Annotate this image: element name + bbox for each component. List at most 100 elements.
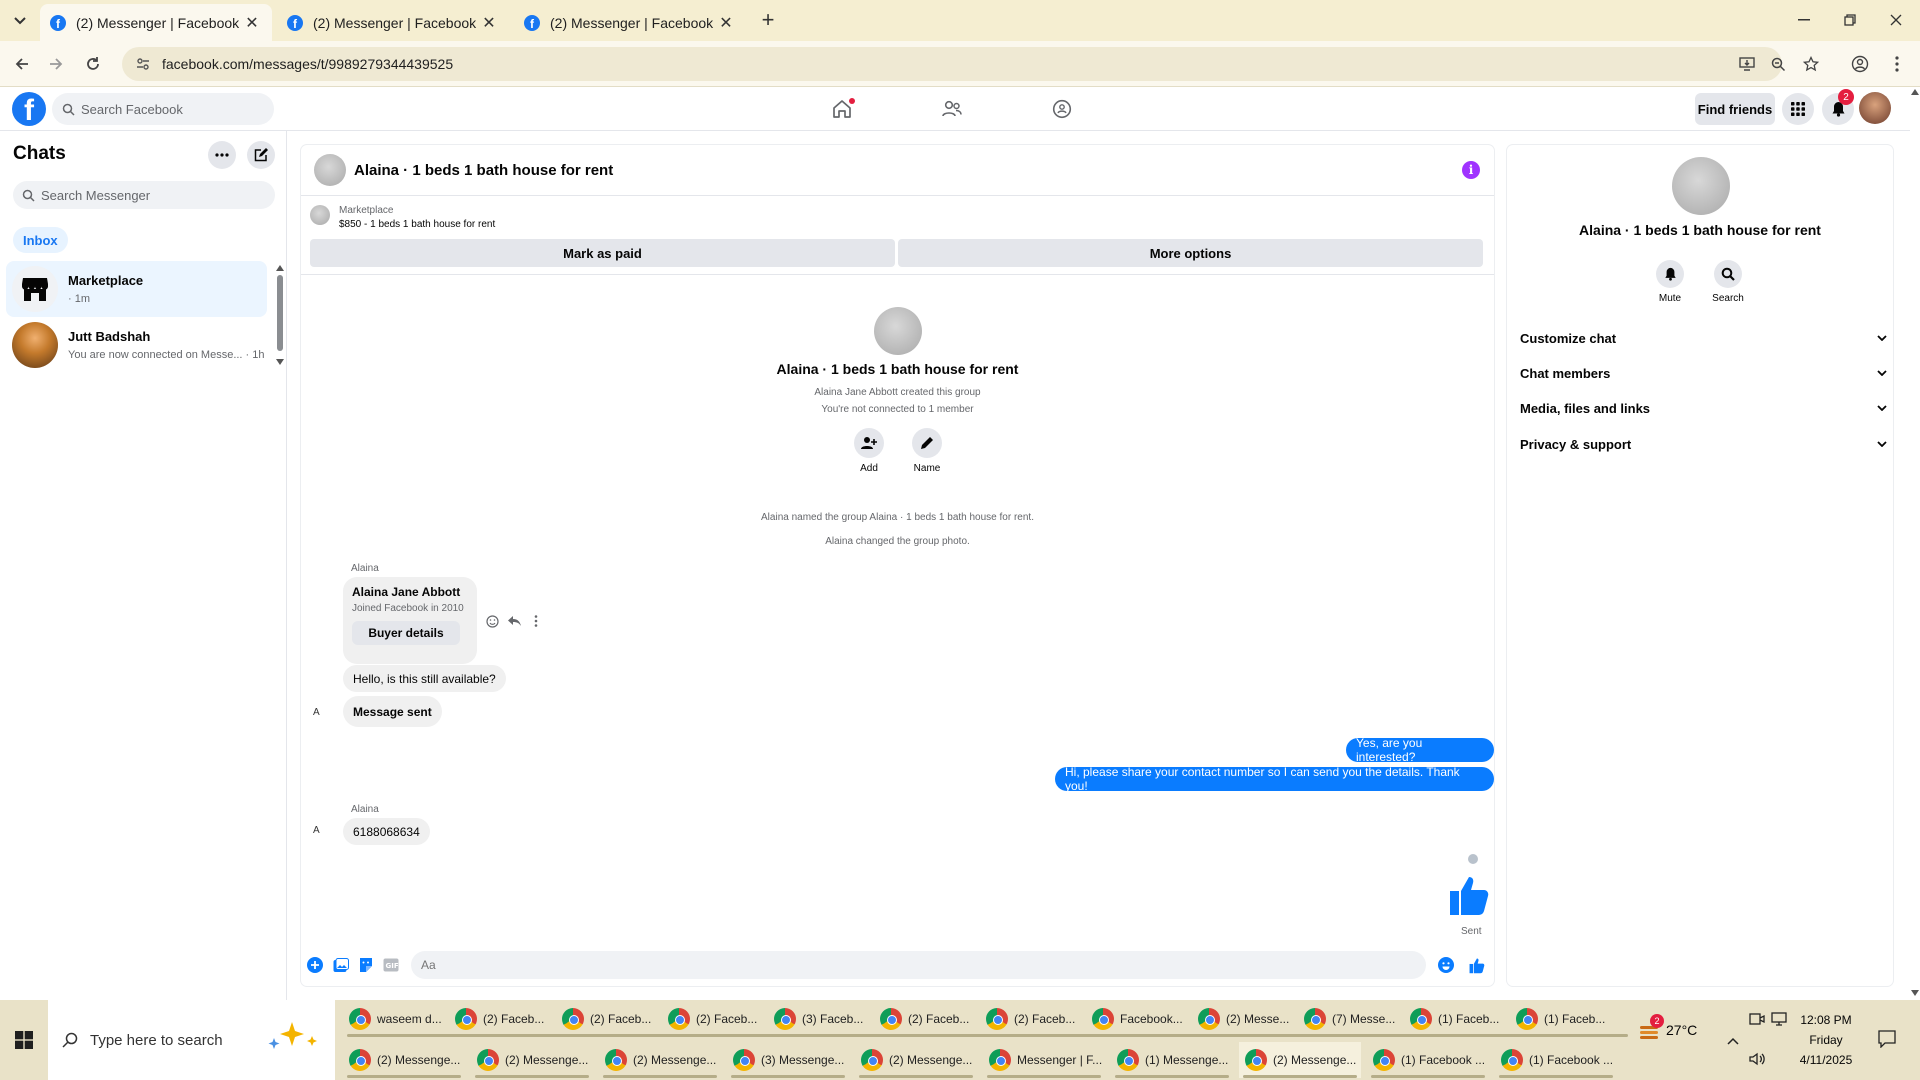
message-input[interactable] [411,951,1426,979]
mute-action[interactable]: Mute [1650,260,1690,304]
privacy-support-section[interactable]: Privacy & support [1520,429,1887,459]
bookmark-star-icon[interactable] [1801,54,1821,74]
browser-tab-2[interactable]: f (2) Messenger | Facebook ✕ [277,4,509,41]
taskbar-window-button[interactable]: (2) Faceb... [980,1001,1102,1037]
taskbar-window-button-active[interactable]: (2) Messenge... [1239,1042,1361,1078]
taskbar-window-button[interactable]: (2) Faceb... [874,1001,996,1037]
customize-chat-section[interactable]: Customize chat [1520,323,1887,353]
new-tab-plus-icon[interactable]: + [756,8,780,32]
browser-tab-3[interactable]: f (2) Messenger | Facebook ✕ [514,4,746,41]
taskbar-window-button[interactable]: Facebook... [1086,1001,1208,1037]
taskbar-window-button[interactable]: (1) Facebook ... [1367,1042,1489,1078]
account-avatar[interactable] [1859,92,1891,124]
tab-close-icon[interactable]: ✕ [242,13,262,33]
taskbar-window-button[interactable]: (3) Messenge... [727,1042,849,1078]
windows-start-icon[interactable] [0,1000,48,1080]
more-options-button[interactable]: More options [898,239,1483,267]
meet-now-camera-icon[interactable] [1748,1010,1766,1028]
add-member-action[interactable]: Add [844,428,894,474]
taskbar-window-button[interactable]: (2) Messenge... [599,1042,721,1078]
listing-title[interactable]: $850 - 1 beds 1 bath house for rent [339,219,495,230]
find-friends-button[interactable]: Find friends [1695,93,1775,125]
restore-icon[interactable] [1838,8,1862,32]
browser-menu-kebab-icon[interactable] [1887,54,1907,74]
sent-thumbs-up-icon[interactable] [1446,873,1490,917]
conversation-title[interactable]: Alaina · 1 beds 1 bath house for rent [354,162,613,179]
taskbar-window-button[interactable]: Messenger | F... [983,1042,1105,1078]
media-files-links-section[interactable]: Media, files and links [1520,393,1887,423]
facebook-search-input[interactable]: Search Facebook [52,93,274,125]
minimize-icon[interactable] [1792,8,1816,32]
tab-close-icon[interactable]: ✕ [716,13,736,33]
scroll-up-arrow-icon[interactable] [1911,89,1919,95]
taskbar-window-button[interactable]: (3) Faceb... [768,1001,890,1037]
sticker-icon[interactable] [357,956,375,974]
notification-center-icon[interactable] [1878,1030,1896,1048]
listing-thumbnail[interactable] [310,205,330,225]
chats-options-more-icon[interactable] [208,141,236,169]
reload-icon[interactable] [80,51,106,77]
groups-nav-icon[interactable] [1048,95,1076,123]
mark-as-paid-button[interactable]: Mark as paid [310,239,895,267]
gif-icon[interactable]: GIF [382,956,400,974]
profile-icon[interactable] [1850,54,1870,74]
taskbar-window-button[interactable]: (2) Messenge... [855,1042,977,1078]
group-photo-large[interactable] [1672,157,1730,215]
search-in-conversation-action[interactable]: Search [1708,260,1748,304]
message-bubble-incoming[interactable]: 6188068634 [343,818,430,845]
menu-grid-icon[interactable] [1782,93,1814,125]
taskbar-window-button[interactable]: (2) Faceb... [662,1001,784,1037]
messenger-search-input[interactable]: Search Messenger [13,181,275,209]
weather-widget[interactable]: 2 27°C [1638,1014,1697,1040]
group-avatar[interactable] [314,154,346,186]
forward-arrow-icon[interactable] [43,51,69,77]
back-arrow-icon[interactable] [9,51,35,77]
message-more-kebab-icon[interactable] [528,613,544,629]
message-bubble-outgoing[interactable]: Yes, are you interested? [1346,736,1494,764]
scroll-up-arrow-icon[interactable] [276,265,284,271]
emoji-picker-icon[interactable] [1437,956,1455,974]
reply-arrow-icon[interactable] [506,613,522,629]
attach-photo-icon[interactable] [332,956,350,974]
friends-nav-icon[interactable] [938,95,966,123]
volume-speaker-icon[interactable] [1748,1050,1766,1068]
taskbar-window-button[interactable]: (2) Messe... [1192,1001,1314,1037]
sidebar-scrollbar[interactable] [276,265,284,365]
message-bubble-incoming[interactable]: Message sent [343,696,442,727]
taskbar-search-box[interactable]: Type here to search [48,1000,335,1080]
react-smiley-icon[interactable] [484,613,500,629]
scroll-down-arrow-icon[interactable] [1911,990,1919,996]
chat-item-marketplace[interactable]: Marketplace · 1m [6,261,267,317]
url-bar[interactable]: facebook.com/messages/t/9989279344439525 [122,47,1782,81]
page-scrollbar[interactable] [1910,87,1920,1000]
taskbar-window-button[interactable]: (7) Messe... [1298,1001,1420,1037]
inbox-filter-tab[interactable]: Inbox [13,227,68,253]
show-hidden-icons-chevron-icon[interactable] [1724,1032,1742,1050]
taskbar-window-button[interactable]: (1) Faceb... [1510,1001,1632,1037]
message-bubble-incoming[interactable]: Hello, is this still available? [343,665,506,692]
taskbar-window-button[interactable]: (2) Faceb... [449,1001,571,1037]
more-actions-plus-icon[interactable] [306,956,324,974]
browser-tab-1[interactable]: f (2) Messenger | Facebook ✕ [40,4,272,41]
conversation-info-icon[interactable]: i [1462,161,1480,179]
facebook-logo-icon[interactable]: f [12,92,46,126]
scroll-down-arrow-icon[interactable] [276,359,284,365]
chat-members-section[interactable]: Chat members [1520,358,1887,388]
buyer-details-button[interactable]: Buyer details [352,621,460,645]
site-settings-icon[interactable] [136,57,150,71]
rename-group-action[interactable]: Name [902,428,952,474]
taskbar-window-button[interactable]: (2) Messenge... [471,1042,593,1078]
taskbar-window-button[interactable]: (1) Facebook ... [1495,1042,1617,1078]
scrollbar-thumb[interactable] [277,275,283,351]
taskbar-window-button[interactable]: waseem d... [343,1001,465,1037]
chat-item-jutt-badshah[interactable]: Jutt Badshah You are now connected on Me… [6,317,267,373]
tab-close-icon[interactable]: ✕ [479,13,499,33]
zoom-icon[interactable] [1768,54,1788,74]
taskbar-window-button[interactable]: (1) Faceb... [1404,1001,1526,1037]
tab-search-chevron-icon[interactable] [8,10,32,32]
taskbar-window-button[interactable]: (2) Faceb... [556,1001,678,1037]
taskbar-window-button[interactable]: (1) Messenge... [1111,1042,1233,1078]
close-window-icon[interactable] [1884,8,1908,32]
taskbar-window-button[interactable]: (2) Messenge... [343,1042,465,1078]
install-app-icon[interactable] [1737,54,1757,74]
